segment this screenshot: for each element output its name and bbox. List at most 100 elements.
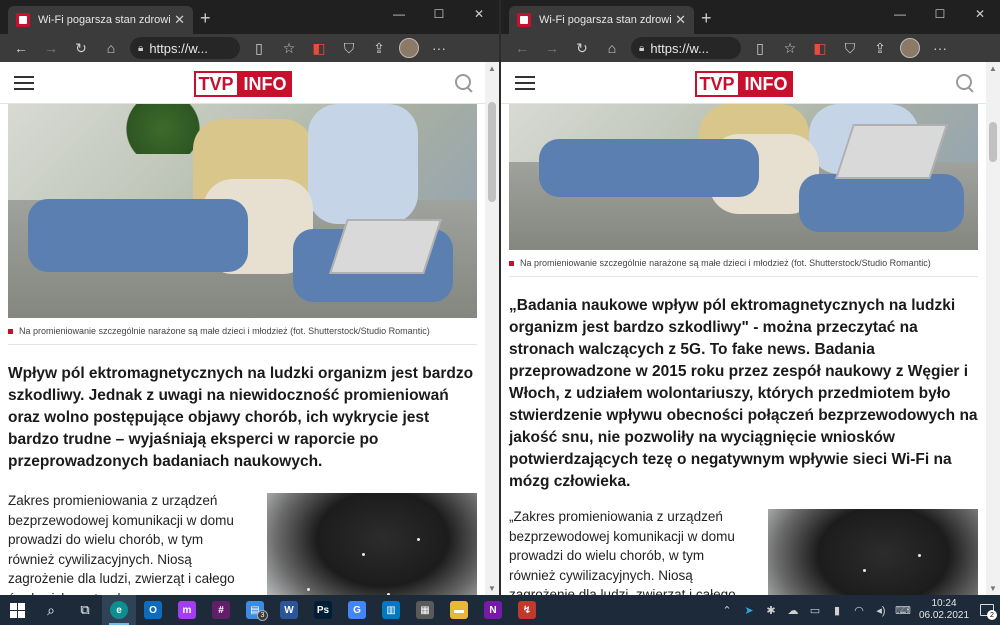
taskbar-app-edge[interactable]: e [102,595,136,625]
system-tray: ⌃ ➤ ✱ ☁ ▭ ▮ ◠ ◂) ⌨ 10:24 06.02.2021 2 [716,595,1000,625]
start-button[interactable] [0,595,34,625]
battery-icon[interactable]: ▮ [826,595,848,625]
browser-tab[interactable]: Wi-Fi pogarsza stan zdrowia - tvp ✕ [509,6,694,34]
lock-icon: 🔒︎ [639,42,645,54]
close-window-icon[interactable]: ✕ [459,0,499,28]
folder-icon: ▬ [450,601,468,619]
refresh-icon[interactable]: ↻ [66,36,96,60]
refresh-icon[interactable]: ↻ [567,36,597,60]
search-icon: ⌕ [47,601,55,618]
photo-caption: Na promieniowanie szczególnie narażone s… [509,258,978,277]
url-text: https://w... [650,40,709,56]
taskbar-app-slack[interactable]: # [204,595,238,625]
profile-avatar[interactable] [900,38,920,58]
scroll-thumb[interactable] [488,102,496,202]
bluetooth-icon[interactable]: ✱ [760,595,782,625]
messenger-icon: m [178,601,196,619]
office-extension-icon[interactable]: ◧ [304,36,334,60]
notification-count: 2 [987,610,997,620]
hamburger-menu-icon[interactable] [515,76,535,90]
taskbar-app-outlook[interactable]: O [136,595,170,625]
address-bar[interactable]: 🔒︎ https://w... [631,37,741,59]
taskbar-app-messenger[interactable]: m [170,595,204,625]
home-icon[interactable]: ⌂ [597,36,627,60]
favorite-add-icon[interactable]: ☆ [274,36,304,60]
scroll-up-icon[interactable]: ▲ [488,64,496,73]
tvp-info-logo[interactable]: TVP INFO [694,71,793,97]
maximize-icon[interactable]: ☐ [419,0,459,28]
article-photo [8,104,477,318]
share-icon[interactable]: ⇪ [865,36,895,60]
taskbar-app-app-red[interactable]: ↯ [510,595,544,625]
profile-avatar[interactable] [399,38,419,58]
taskbar-app-onenote[interactable]: N [476,595,510,625]
tvp-info-logo[interactable]: TVP INFO [193,71,292,97]
scroll-down-icon[interactable]: ▼ [989,584,997,593]
close-tab-icon[interactable]: ✕ [675,12,686,28]
more-menu-icon[interactable]: ··· [925,36,955,60]
umbrella-photo [768,509,978,595]
taskbar-app-trello[interactable]: ▥ [374,595,408,625]
scroll-down-icon[interactable]: ▼ [488,584,496,593]
share-icon[interactable]: ⇪ [364,36,394,60]
more-menu-icon[interactable]: ··· [424,36,454,60]
chevron-up-icon[interactable]: ⌃ [716,595,738,625]
address-bar[interactable]: 🔒︎ https://w... [130,37,240,59]
maximize-icon[interactable]: ☐ [920,0,960,28]
notification-center-button[interactable]: 2 [974,595,1000,625]
taskbar-app-translate[interactable]: G [340,595,374,625]
clock[interactable]: 10:24 06.02.2021 [914,598,974,622]
browser-toolbar: ← → ↻ ⌂ 🔒︎ https://w... ▯ ☆ ◧ ⛉ ⇪ ··· [501,34,1000,62]
cloud-icon[interactable]: ☁ [782,595,804,625]
telegram-icon[interactable]: ➤ [738,595,760,625]
wifi-icon[interactable]: ◠ [848,595,870,625]
back-icon[interactable]: ← [507,36,537,60]
keyboard-icon[interactable]: ⌨ [892,595,914,625]
photoshop-icon: Ps [314,601,332,619]
forward-icon[interactable]: → [36,36,66,60]
hamburger-menu-icon[interactable] [14,76,34,90]
clock-time: 10:24 [931,598,957,609]
new-tab-button[interactable]: + [200,8,211,28]
close-tab-icon[interactable]: ✕ [174,12,185,28]
search-icon[interactable] [956,74,974,92]
shield-extension-icon[interactable]: ⛉ [835,36,865,60]
page-scrollbar[interactable]: ▲ ▼ [485,62,499,595]
edge-icon: e [110,601,128,619]
search-taskbar-button[interactable]: ⌕ [34,595,68,625]
browser-tab[interactable]: Wi-Fi pogarsza stan zdrowia - tvp ✕ [8,6,193,34]
volume-icon[interactable]: ◂) [870,595,892,625]
taskbar-app-word[interactable]: W [272,595,306,625]
forward-icon[interactable]: → [537,36,567,60]
minimize-icon[interactable]: — [880,0,920,28]
outlook-icon: O [144,601,162,619]
app-red-icon: ↯ [518,601,536,619]
trello-icon: ▥ [382,601,400,619]
page-scrollbar[interactable]: ▲ ▼ [986,62,1000,595]
close-window-icon[interactable]: ✕ [960,0,1000,28]
taskbar-app-folder[interactable]: ▬ [442,595,476,625]
tab-title: Wi-Fi pogarsza stan zdrowia - tvp [38,14,170,26]
favorite-add-icon[interactable]: ☆ [775,36,805,60]
url-text: https://w... [149,40,208,56]
minimize-icon[interactable]: — [379,0,419,28]
scroll-up-icon[interactable]: ▲ [989,64,997,73]
shield-extension-icon[interactable]: ⛉ [334,36,364,60]
taskbar-app-photoshop[interactable]: Ps [306,595,340,625]
clock-date: 06.02.2021 [918,610,970,621]
office-extension-icon[interactable]: ◧ [805,36,835,60]
new-tab-button[interactable]: + [701,8,712,28]
task-view-button[interactable]: ⧉ [68,595,102,625]
home-icon[interactable]: ⌂ [96,36,126,60]
taskbar-app-calculator[interactable]: ▦ [408,595,442,625]
translate-icon: G [348,601,366,619]
meet-icon[interactable]: ▭ [804,595,826,625]
scroll-thumb[interactable] [989,122,997,162]
reader-icon[interactable]: ▯ [244,36,274,60]
back-icon[interactable]: ← [6,36,36,60]
article-paragraph: Zakres promieniowania z urządzeń bezprze… [8,493,235,595]
search-icon[interactable] [455,74,473,92]
reader-icon[interactable]: ▯ [745,36,775,60]
taskbar-app-files[interactable]: ▤ 3 [238,595,272,625]
browser-window-right: Wi-Fi pogarsza stan zdrowia - tvp ✕ + — … [501,0,1000,595]
